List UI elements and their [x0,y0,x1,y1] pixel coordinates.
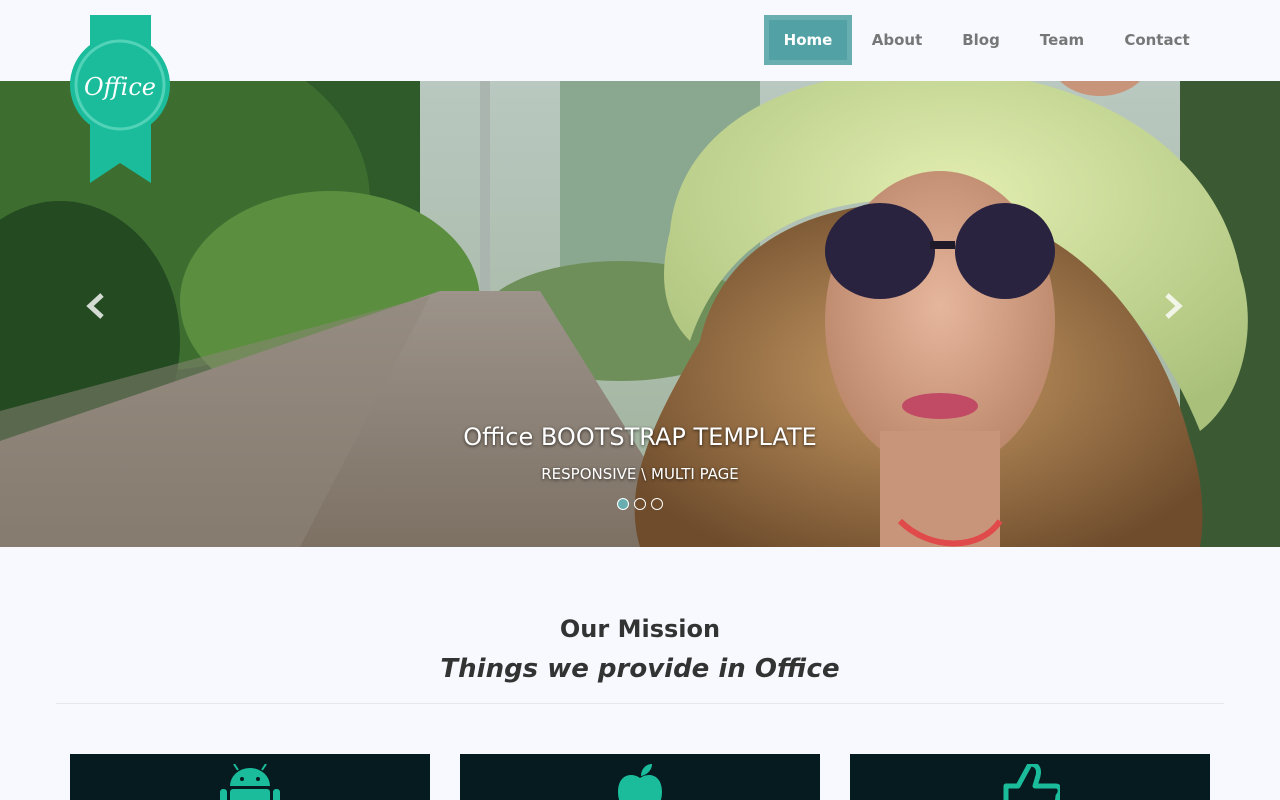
ribbon-badge-icon: Office [70,15,170,183]
site-header: Home About Blog Team Contact [0,0,1280,81]
nav-item-about[interactable]: About [852,15,942,65]
chevron-right-icon [1165,293,1183,319]
hero-carousel: Office BOOTSTRAP TEMPLATE RESPONSIVE \ M… [0,81,1280,547]
apple-icon [618,764,662,800]
logo-text: Office [84,73,156,101]
service-card-thumbs-up [850,754,1210,800]
mission-title: Our Mission [559,615,721,643]
chevron-left-icon [86,293,104,319]
section-divider [56,703,1224,704]
nav-item-label: Home [769,20,847,60]
carousel-next-button[interactable] [1157,291,1187,321]
carousel-indicator-3[interactable] [651,498,663,510]
service-card-apple [460,754,820,800]
site-logo[interactable]: Office [70,15,170,185]
carousel-indicator-1[interactable] [617,498,629,510]
service-card-android [70,754,430,800]
nav-item-contact[interactable]: Contact [1104,15,1210,65]
nav-item-home[interactable]: Home [764,15,852,65]
main-nav: Home About Blog Team Contact [764,15,1210,65]
nav-item-team[interactable]: Team [1020,15,1104,65]
carousel-indicators [0,498,1280,510]
mission-subtitle: Things we provide in Office [440,654,840,684]
thumbs-up-icon [1003,764,1060,800]
carousel-caption-subtitle: RESPONSIVE \ MULTI PAGE [541,465,739,483]
carousel-indicator-2[interactable] [634,498,646,510]
android-icon [220,764,280,800]
nav-item-blog[interactable]: Blog [942,15,1020,65]
carousel-prev-button[interactable] [82,291,112,321]
carousel-caption-title: Office BOOTSTRAP TEMPLATE [463,423,817,451]
